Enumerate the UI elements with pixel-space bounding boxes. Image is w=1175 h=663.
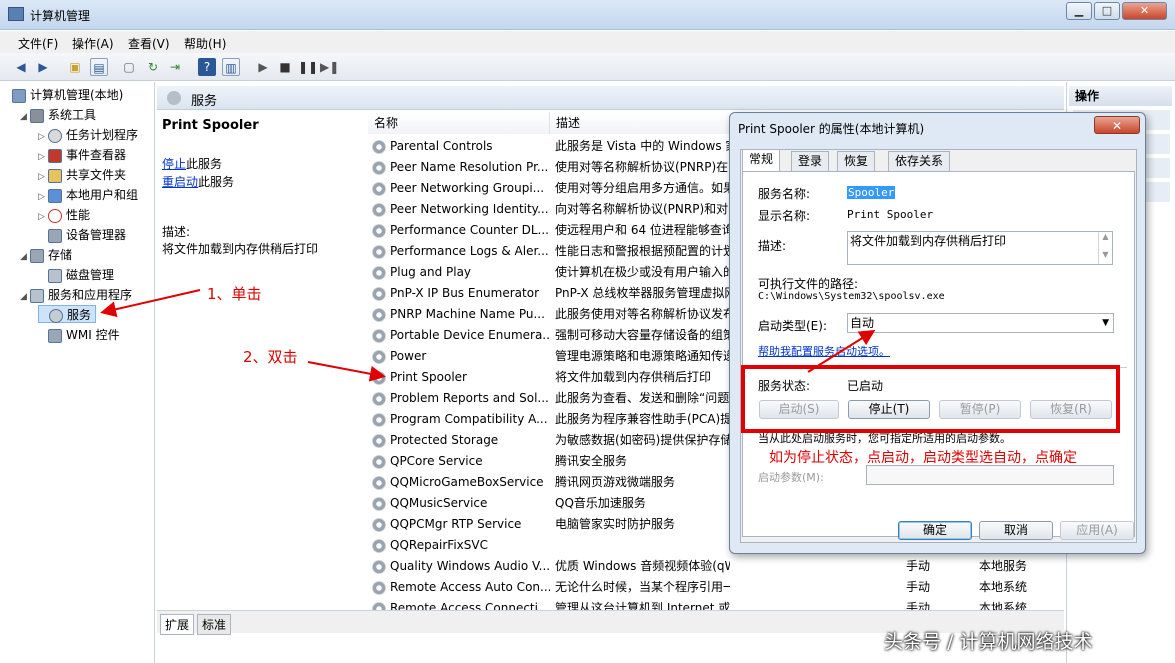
arrow-to-startup-type	[807, 329, 876, 373]
watermark-text: 头条号 / 计算机网络技术	[884, 631, 1093, 653]
annotation-arrow-startup	[807, 329, 876, 373]
